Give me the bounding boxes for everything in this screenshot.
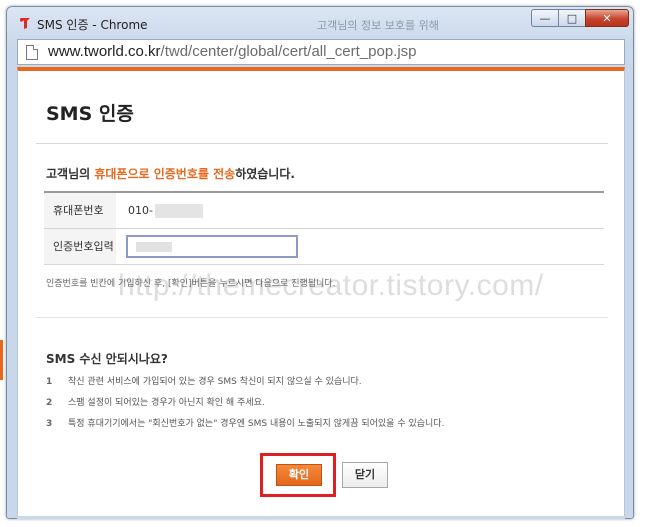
masked-number	[154, 204, 203, 218]
code-label: 인증번호입력	[44, 229, 116, 264]
url-domain: www.tworld.co.kr	[48, 43, 161, 60]
window-controls: — □ ✕	[531, 9, 629, 27]
background-window-text: 고객님의 정보 보호를 위해	[317, 19, 439, 32]
screenshot-frame: SMS 인증 - Chrome 고객님의 정보 보호를 위해 — □ ✕ www…	[0, 0, 648, 527]
close-button[interactable]: 닫기	[342, 462, 388, 488]
verification-form: 휴대폰번호 010- 인증번호입력	[44, 191, 604, 265]
popup-content: SMS 인증 고객님의 휴대폰으로 인증번호를 전송하였습니다. 휴대폰번호 0…	[17, 67, 625, 519]
list-text: 스팸 설정이 되어있는 경우가 아닌지 확인 해 주세요.	[68, 398, 265, 408]
phone-number-value: 010-	[128, 204, 203, 218]
faq-title: SMS 수신 안되시나요?	[46, 352, 168, 366]
section-divider	[36, 317, 608, 318]
url-path: /twd/center/global/cert/all_cert_pop.jsp	[160, 43, 417, 60]
notice-suffix: 하였습니다.	[235, 167, 295, 181]
title-bar[interactable]: SMS 인증 - Chrome 고객님의 정보 보호를 위해 — □ ✕	[7, 7, 633, 39]
list-item: 1 착신 관련 서비스에 가입되어 있는 경우 SMS 착신이 되지 않으실 수…	[46, 376, 596, 397]
page-title: SMS 인증	[46, 103, 134, 125]
button-group: 확인 닫기	[254, 453, 394, 497]
window-bottom-edge	[17, 516, 625, 519]
window-title: SMS 인증 - Chrome	[37, 18, 148, 32]
page-edge-accent	[0, 340, 3, 380]
faq-list: 1 착신 관련 서비스에 가입되어 있는 경우 SMS 착신이 되지 않으실 수…	[46, 376, 596, 439]
address-bar[interactable]: www.tworld.co.kr/twd/center/global/cert/…	[17, 39, 625, 65]
phone-row: 휴대폰번호 010-	[44, 193, 604, 229]
notice-highlight: 휴대폰으로 인증번호를 전송	[94, 167, 236, 181]
list-number: 3	[46, 419, 53, 429]
list-number: 2	[46, 398, 53, 408]
list-text: 특정 휴대기기에서는 "회신번호가 없는" 경우엔 SMS 내용이 노출되지 않…	[68, 419, 445, 429]
code-row: 인증번호입력	[44, 229, 604, 265]
help-text: 인증번호를 빈칸에 기입하신 후, [확인]버튼을 누르시면 다음으로 진행됩니…	[46, 279, 336, 289]
sent-notice: 고객님의 휴대폰으로 인증번호를 전송하였습니다.	[46, 165, 295, 182]
list-item: 2 스팸 설정이 되어있는 경우가 아닌지 확인 해 주세요.	[46, 397, 596, 418]
chrome-popup-window: SMS 인증 - Chrome 고객님의 정보 보호를 위해 — □ ✕ www…	[6, 6, 634, 519]
title-divider	[36, 143, 608, 144]
list-number: 1	[46, 377, 53, 387]
url-text[interactable]: www.tworld.co.kr/twd/center/global/cert/…	[48, 43, 417, 60]
masked-code	[136, 242, 172, 252]
list-item: 3 특정 휴대기기에서는 "회신번호가 없는" 경우엔 SMS 내용이 노출되지…	[46, 418, 596, 439]
maximize-button[interactable]: □	[558, 9, 585, 27]
phone-label: 휴대폰번호	[44, 193, 116, 228]
tworld-logo-icon	[19, 18, 30, 29]
phone-number-text: 010-	[128, 204, 153, 217]
close-window-button[interactable]: ✕	[585, 9, 629, 27]
confirm-button[interactable]: 확인	[276, 464, 322, 486]
notice-prefix: 고객님의	[46, 167, 95, 181]
page-icon	[26, 45, 38, 60]
list-text: 착신 관련 서비스에 가입되어 있는 경우 SMS 착신이 되지 않으실 수 있…	[68, 377, 362, 387]
minimize-button[interactable]: —	[531, 9, 558, 27]
